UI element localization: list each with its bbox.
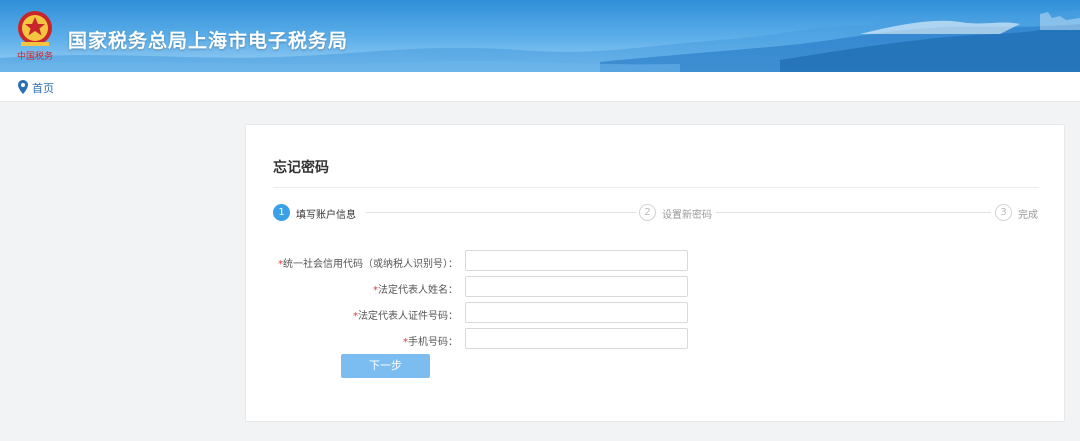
phone-number-input[interactable] — [465, 328, 688, 349]
step-connector — [716, 212, 991, 213]
site-header: 中国税务 国家税务总局上海市电子税务局 — [0, 0, 1080, 72]
credit-code-label: *统一社会信用代码（或纳税人识别号）： — [278, 259, 458, 270]
step-3-label: 完成 — [1018, 210, 1038, 221]
page-title: 忘记密码 — [273, 160, 329, 176]
breadcrumb: 首页 — [0, 72, 1080, 102]
tax-emblem-icon: 中国税务 — [17, 11, 53, 62]
step-1-circle: 1 — [273, 204, 290, 221]
breadcrumb-home-link[interactable]: 首页 — [32, 80, 54, 96]
step-connector — [366, 212, 636, 213]
svg-text:中国税务: 中国税务 — [17, 50, 53, 62]
legal-rep-name-label: *法定代表人姓名： — [373, 285, 458, 296]
step-2-circle: 2 — [639, 204, 656, 221]
title-divider — [273, 187, 1039, 188]
step-3-circle: 3 — [995, 204, 1012, 221]
phone-number-label: *手机号码： — [403, 337, 458, 348]
location-pin-icon — [18, 80, 28, 94]
legal-rep-name-input[interactable] — [465, 276, 688, 297]
forgot-password-card: 忘记密码 1 填写账户信息 2 设置新密码 3 完成 *统一社会信用代码（或纳税… — [245, 124, 1065, 422]
next-step-button[interactable]: 下一步 — [341, 354, 430, 378]
legal-rep-id-input[interactable] — [465, 302, 688, 323]
step-2-label: 设置新密码 — [662, 210, 712, 221]
site-title: 国家税务总局上海市电子税务局 — [68, 30, 349, 52]
step-1-label: 填写账户信息 — [296, 210, 356, 221]
legal-rep-id-label: *法定代表人证件号码： — [353, 311, 458, 322]
credit-code-input[interactable] — [465, 250, 688, 271]
